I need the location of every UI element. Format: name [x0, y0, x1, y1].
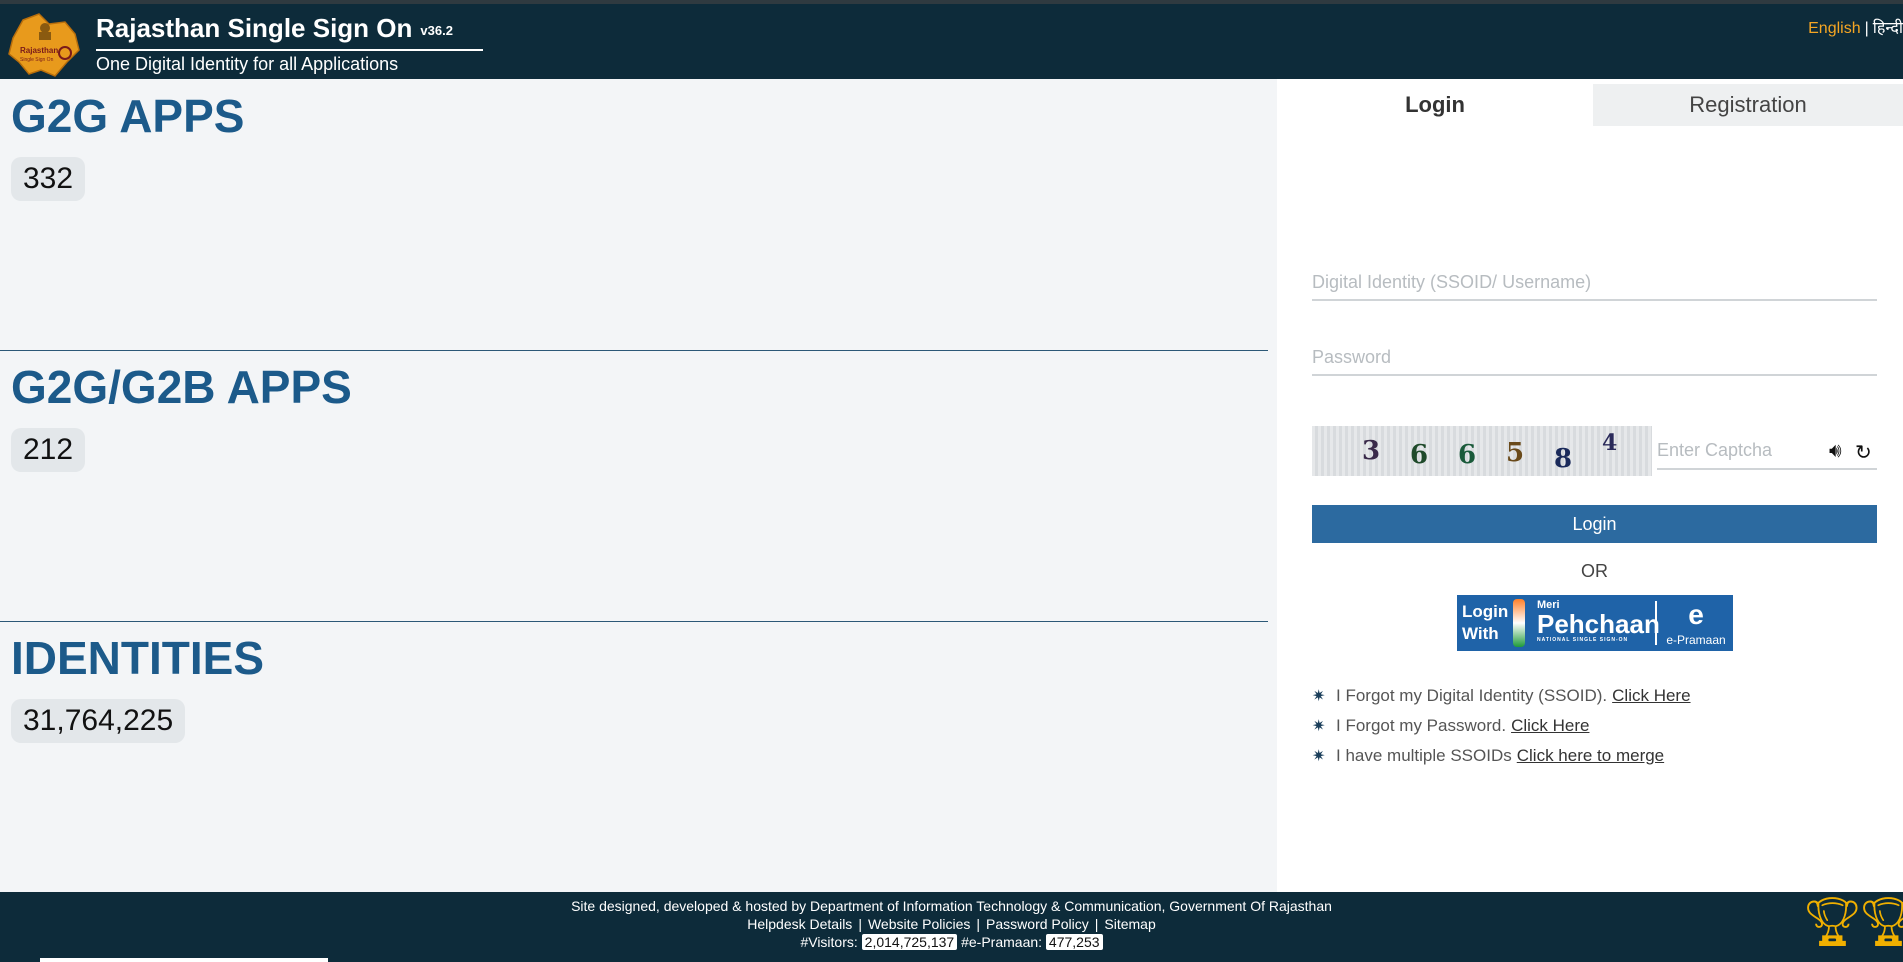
forgot-password-row: ✷ I Forgot my Password. Click Here — [1312, 716, 1590, 736]
sun-bullet-icon: ✷ — [1312, 718, 1326, 735]
g2g-apps-title[interactable]: G2G APPS — [11, 89, 244, 143]
forgot-password-link[interactable]: Click Here — [1511, 716, 1589, 736]
help-links: ✷ I Forgot my Digital Identity (SSOID). … — [1312, 681, 1691, 771]
divider — [1655, 601, 1657, 645]
or-separator: OR — [1581, 561, 1608, 581]
captcha-digit: 6 — [1410, 440, 1429, 470]
stats-divider — [0, 350, 1268, 351]
header: Rajasthan Single Sign On Rajasthan Singl… — [0, 0, 1903, 79]
bottom-strip — [40, 958, 328, 962]
lang-hindi-link[interactable]: हिन्दी — [1873, 20, 1903, 37]
footer-credit: Site designed, developed & hosted by Dep… — [571, 898, 1332, 914]
tab-registration[interactable]: Registration — [1593, 84, 1903, 126]
refresh-icon[interactable]: ↻ — [1855, 440, 1872, 465]
lang-separator: | — [1864, 20, 1869, 37]
g2g-g2b-apps-count: 212 — [11, 428, 86, 472]
identities-count: 31,764,225 — [11, 699, 186, 743]
site-tagline: One Digital Identity for all Application… — [96, 54, 399, 74]
sun-bullet-icon: ✷ — [1312, 688, 1326, 705]
visitors-label: #Visitors: — [800, 934, 858, 950]
epramaan-label: #e-Pramaan: — [961, 934, 1043, 950]
lang-english-link[interactable]: English — [1808, 20, 1860, 37]
login-panel: Login Registration 3 6 6 5 8 4 🔊︎ ↻ Logi… — [1277, 79, 1903, 892]
stats-panel: G2G APPS 332 G2G/G2B APPS 212 IDENTITIES… — [0, 79, 1268, 892]
version-label: v36.2 — [420, 22, 453, 38]
password-field — [1312, 340, 1877, 376]
forgot-ssoid-row: ✷ I Forgot my Digital Identity (SSOID). … — [1312, 686, 1691, 706]
captcha-digit: 5 — [1506, 438, 1525, 468]
merge-ssoid-row: ✷ I have multiple SSOIDs Click here to m… — [1312, 746, 1665, 766]
language-switch: English | हिन्दी — [1808, 16, 1903, 38]
captcha-digit: 3 — [1362, 436, 1381, 466]
ssoid-field — [1312, 265, 1877, 301]
trophy-icon: 🏆︎ — [1858, 896, 1903, 949]
helpdesk-link[interactable]: Helpdesk Details — [747, 916, 852, 932]
svg-text:Rajasthan: Rajasthan — [20, 46, 58, 55]
tricolor-flag-icon — [1513, 599, 1525, 647]
login-button[interactable]: Login — [1312, 505, 1877, 543]
captcha-image: 3 6 6 5 8 4 — [1312, 426, 1652, 476]
login-with-label: Login With — [1462, 602, 1509, 643]
meri-pehchaan-logo: Meri Pehchaan NATIONAL SINGLE SIGN-ON — [1537, 599, 1660, 643]
captcha-digit: 8 — [1554, 444, 1573, 474]
epramaan-count: 477,253 — [1045, 934, 1103, 950]
captcha-field: 🔊︎ ↻ — [1657, 432, 1877, 470]
login-with-meri-pehchaan-button[interactable]: Login With Meri Pehchaan NATIONAL SINGLE … — [1457, 595, 1733, 651]
identities-title[interactable]: IDENTITIES — [11, 631, 264, 685]
footer: Site designed, developed & hosted by Dep… — [0, 892, 1903, 962]
trophy-icon: 🏆︎ — [1802, 896, 1863, 949]
sun-bullet-icon: ✷ — [1312, 748, 1326, 765]
password-policy-link[interactable]: Password Policy — [986, 916, 1089, 932]
captcha-digit: 4 — [1602, 430, 1618, 456]
captcha-input[interactable] — [1657, 432, 1817, 468]
footer-counters: #Visitors: 2,014,725,137 #e-Pramaan: 477… — [0, 934, 1903, 950]
password-input[interactable] — [1312, 340, 1877, 374]
ssoid-input[interactable] — [1312, 265, 1877, 299]
g2g-apps-count: 332 — [11, 157, 86, 201]
stats-divider — [0, 621, 1268, 622]
g2g-g2b-apps-title[interactable]: G2G/G2B APPS — [11, 360, 352, 414]
website-policies-link[interactable]: Website Policies — [868, 916, 970, 932]
sitemap-link[interactable]: Sitemap — [1104, 916, 1155, 932]
title-underline — [96, 49, 483, 51]
merge-ssoid-link[interactable]: Click here to merge — [1517, 746, 1664, 766]
rajasthan-sso-logo[interactable]: Rajasthan Single Sign On — [5, 10, 83, 80]
visitors-count: 2,014,725,137 — [861, 934, 958, 950]
footer-links: Helpdesk Details | Website Policies | Passwo… — [747, 916, 1156, 932]
forgot-ssoid-link[interactable]: Click Here — [1612, 686, 1690, 706]
site-title: Rajasthan Single Sign On v36.2 — [96, 13, 453, 43]
captcha-digit: 6 — [1458, 440, 1477, 470]
tab-login[interactable]: Login — [1277, 84, 1593, 126]
speaker-icon[interactable]: 🔊︎ — [1829, 440, 1842, 463]
svg-text:Single Sign On: Single Sign On — [20, 57, 54, 63]
e-pramaan-logo: e e-Pramaan — [1666, 599, 1726, 647]
